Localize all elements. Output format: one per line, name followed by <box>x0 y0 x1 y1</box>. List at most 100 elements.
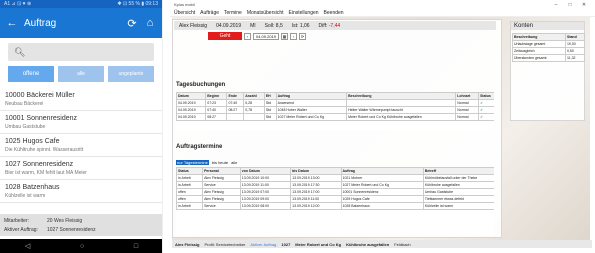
status-bar: A1 ⊿ ⊡ ♥ ⊕ ✱ ⊡ 55 % ▮ 09:13 <box>0 0 162 8</box>
column-header[interactable]: Beschreibung <box>512 33 566 41</box>
status-active-order-link[interactable]: Aktiver Auftrag <box>250 242 276 247</box>
column-header[interactable]: Beschreibung <box>346 92 457 100</box>
tagesbuchungen-table-wrap: Datum Beginn Ende Anzahl EH Auftrag Beschreibu… <box>176 92 494 130</box>
table-cell: in Arbeit <box>176 202 204 210</box>
menu-monatsuebersicht[interactable]: Monatsübersicht <box>247 10 284 16</box>
table-cell: 08:27 <box>205 113 228 121</box>
table-row[interactable]: offen Alex Fleissig 13.09.2019 07:00 13.09.… <box>176 188 494 196</box>
column-header[interactable]: Betreff <box>422 167 494 175</box>
filter-bis-heute[interactable]: bis heute <box>212 160 228 165</box>
table-cell: Normal <box>455 106 480 114</box>
maximize-icon[interactable]: □ <box>563 2 577 8</box>
menu-einstellungen[interactable]: Einstellungen <box>289 10 319 16</box>
table-row[interactable]: Urlaubstage gesamt 19,00 <box>512 40 586 48</box>
table-row[interactable]: Überstunden gesamt 11,32 <box>512 54 586 62</box>
item-desc: Kühlzelle ist warm <box>5 193 46 199</box>
calendar-icon[interactable]: ▦ <box>281 32 289 40</box>
recents-icon[interactable]: □ <box>134 243 138 250</box>
table-row[interactable]: offen Alex Fleissig 13.09.2019 09:00 13.09.… <box>176 195 494 203</box>
table-row[interactable]: 04.09.2019 08:27 Std 1027 Meier Robert und … <box>176 113 494 121</box>
table-cell: 1025 Hugos Cafe <box>340 195 424 203</box>
column-header[interactable]: Beginn <box>205 92 228 100</box>
search-icon: 🔍︎ <box>14 46 26 57</box>
status-order: 1027 <box>281 241 291 247</box>
table-row[interactable]: 04.09.2019 07:23 07:40 0,28 Std Anwesend Norma… <box>176 99 494 107</box>
column-header[interactable]: Personal <box>202 167 241 175</box>
booking-controls: Geht ‹ 04.09.2019 ▦ › ⟳ <box>174 31 496 41</box>
info-value: 1027 Sonnenresidenz <box>47 226 96 233</box>
table-cell: Überstunden gesamt <box>512 54 566 62</box>
menu-uebersicht[interactable]: Übersicht <box>174 10 195 16</box>
next-day-icon[interactable]: › <box>290 32 298 40</box>
tab-alle[interactable]: alle <box>58 66 104 82</box>
filter-nur-tagestermine[interactable]: nur Tagestermine <box>176 160 209 165</box>
table-row[interactable]: Zeitausgleich 0,50 <box>512 47 586 55</box>
column-header[interactable]: bis Datum <box>290 167 342 175</box>
prev-day-icon[interactable]: ‹ <box>244 32 251 40</box>
menu-beenden[interactable]: Beenden <box>324 10 344 16</box>
table-cell: 1048 Huber Walter <box>275 106 348 114</box>
menu-termine[interactable]: Termine <box>224 10 242 16</box>
info-footer: Mitarbeiter: 20 Wes Fleissig Aktiver Auft… <box>0 214 162 236</box>
table-cell: Kühlmöbelausfall unter der Theke <box>422 174 494 182</box>
list-item[interactable]: 1025 Hugos Cafe Die Kühltruhe spinnt. Was… <box>0 134 162 157</box>
list-item[interactable]: 10001 Sonnenresidenz Umbau Gaststube <box>0 111 162 134</box>
filter-alle[interactable]: alle <box>231 160 237 165</box>
column-header[interactable]: Status <box>176 167 204 175</box>
list-item[interactable]: 1028 Batzenhaus Kühlzelle ist warm <box>0 180 162 203</box>
diff-value: -7,44 <box>328 22 341 29</box>
list-item[interactable]: 10000 Bäckerei Müller Neubau Bäckerei <box>0 88 162 111</box>
column-header[interactable]: Anzahl <box>243 92 265 100</box>
table-cell <box>346 99 457 107</box>
filter-tabs: offene alle ungeplante <box>8 66 154 82</box>
menu-auftraege[interactable]: Aufträge <box>200 10 219 16</box>
termine-table: Status Personal von Datum bis Datum Auftrag B… <box>176 167 494 210</box>
table-cell: 19,00 <box>564 40 586 48</box>
table-row[interactable]: in Arbeit Service 13.09.2019 08:00 13.09.20… <box>176 202 494 210</box>
column-header[interactable]: von Datum <box>239 167 292 175</box>
back-icon[interactable]: ◁ <box>25 242 30 250</box>
termine-table-wrap: Status Personal von Datum bis Datum Auftrag B… <box>176 167 494 235</box>
table-row[interactable]: 04.09.2019 07:40 08:27 0,78 Std 1048 Huber Wa… <box>176 106 494 114</box>
date-field[interactable]: 04.09.2019 <box>253 32 280 40</box>
item-desc: Neubau Bäckerei <box>5 101 44 107</box>
list-item[interactable]: 1027 Sonnenresidenz Bier ist warm, KM feh… <box>0 157 162 180</box>
tab-ungeplante[interactable]: ungeplante <box>108 66 154 82</box>
table-cell: offen <box>176 195 204 203</box>
refresh-icon[interactable]: ⟳ <box>126 17 138 30</box>
tab-offene[interactable]: offene <box>8 66 54 82</box>
column-header[interactable]: Ende <box>226 92 245 100</box>
geht-button[interactable]: Geht <box>208 32 242 40</box>
table-cell: Service <box>202 181 241 189</box>
table-row[interactable]: in Arbeit Service 13.09.2019 11:00 13.09.20… <box>176 181 494 189</box>
home-circle-icon[interactable]: ○ <box>80 243 84 250</box>
close-icon[interactable]: ✕ <box>577 2 591 8</box>
search-input[interactable]: 🔍︎ <box>8 43 154 61</box>
table-cell: 13.09.2019 08:00 <box>239 202 292 210</box>
user-name: Alex Fleissig <box>179 22 208 29</box>
column-header[interactable]: EH <box>263 92 277 100</box>
item-desc: Die Kühltruhe spinnt. Wasserausritt <box>5 147 84 153</box>
column-header[interactable]: Stand <box>564 33 586 41</box>
table-row[interactable]: in Arbeit Alex Fleissig 13.09.2019 10:00 13… <box>176 174 494 182</box>
column-header[interactable]: Lohnart <box>455 92 480 100</box>
table-cell: 0,28 <box>243 99 265 107</box>
status-left: A1 ⊿ ⊡ ♥ ⊕ <box>4 1 32 7</box>
minimize-icon[interactable]: – <box>549 2 563 8</box>
refresh-icon[interactable]: ⟳ <box>299 32 307 40</box>
column-header[interactable]: Datum <box>176 92 207 100</box>
table-cell: 0,50 <box>564 47 586 55</box>
mobile-app: A1 ⊿ ⊡ ♥ ⊕ ✱ ⊡ 55 % ▮ 09:13 ← Auftrag ⟳ … <box>0 0 163 253</box>
back-arrow-icon[interactable]: ← <box>6 17 18 29</box>
home-icon[interactable]: ⌂ <box>144 17 156 29</box>
column-header[interactable]: Auftrag <box>340 167 424 175</box>
table-cell: 1027 Meier Robert und Co Kg <box>275 113 348 121</box>
column-header[interactable]: Auftrag <box>275 92 348 100</box>
table-cell: Std <box>263 113 277 121</box>
table-cell: Umbau Gaststube <box>422 188 494 196</box>
item-desc: Bier ist warm, KM fehlt laut MA Meier <box>5 170 87 176</box>
menu-bar: Übersicht Aufträge Termine Monatsübersic… <box>170 9 595 17</box>
table-cell: 13.09.2019 10:00 <box>239 174 292 182</box>
table-cell: 08:27 <box>226 106 245 114</box>
column-header[interactable]: Status <box>478 92 494 100</box>
